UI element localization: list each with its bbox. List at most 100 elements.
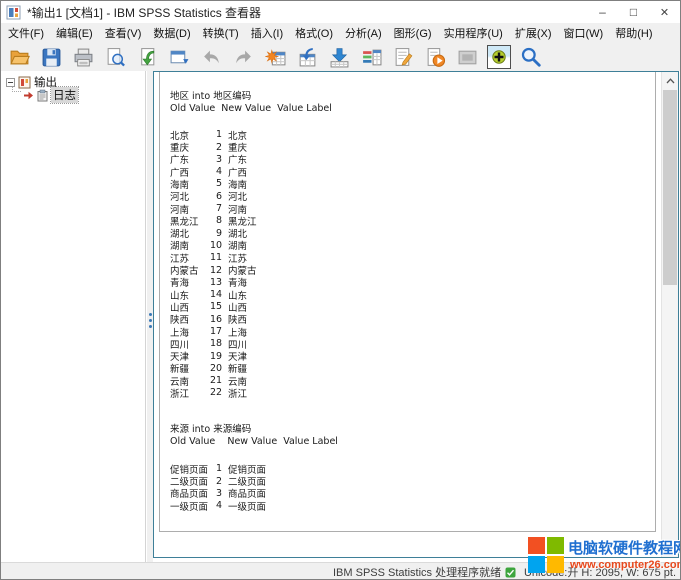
recode-row: 河南 7 河南 [170, 202, 332, 214]
undo-icon [201, 47, 222, 68]
recode-row: 湖北 9 湖北 [170, 227, 332, 239]
new-value: 4 [210, 166, 222, 177]
section-title: 地区 into 地区编码 [170, 91, 332, 103]
menu-item[interactable]: 帮助(H) [609, 23, 658, 43]
print-button[interactable] [71, 45, 95, 69]
new-value: 21 [210, 375, 222, 386]
menu-item[interactable]: 文件(F) [2, 23, 50, 43]
new-value: 5 [210, 178, 222, 189]
printer-icon [73, 47, 94, 68]
new-value: 2 [210, 476, 222, 487]
goto-variable-icon [329, 47, 350, 68]
recode-row: 广西 4 广西 [170, 165, 332, 177]
menu-item[interactable]: 转换(T) [197, 23, 245, 43]
recode-row: 重庆 2 重庆 [170, 141, 332, 153]
menu-item[interactable]: 窗口(W) [558, 23, 610, 43]
vertical-scrollbar[interactable] [661, 72, 678, 557]
new-value: 1 [210, 463, 222, 474]
watermark-url: www.computer26.com [570, 559, 681, 571]
app-icon[interactable] [6, 5, 21, 20]
recode-row: 促销页面 1 促销页面 [170, 463, 338, 475]
designate-window-button[interactable] [487, 45, 511, 69]
edit-script-button[interactable] [391, 45, 415, 69]
menu-item[interactable]: 实用程序(U) [438, 23, 509, 43]
section-columns-header: Old Value New Value Value Label [170, 436, 338, 448]
variables-button[interactable] [359, 45, 383, 69]
recode-row: 陕西 16 陕西 [170, 313, 332, 325]
goto-data-icon [265, 47, 286, 68]
minimize-button[interactable]: – [587, 1, 618, 23]
run-script-button[interactable] [423, 45, 447, 69]
scroll-up-icon[interactable] [662, 73, 678, 89]
open-folder-icon [9, 47, 30, 68]
menu-item[interactable]: 编辑(E) [50, 23, 99, 43]
old-value: 一级页面 [170, 499, 210, 513]
print-preview-button[interactable] [103, 45, 127, 69]
find-button[interactable] [519, 45, 543, 69]
new-value: 17 [210, 326, 222, 337]
output-page: 地区 into 地区编码 Old Value New Value Value L… [159, 72, 656, 532]
goto-variable-button[interactable] [327, 45, 351, 69]
new-value: 4 [210, 500, 222, 511]
output-content-pane: 地区 into 地区编码 Old Value New Value Value L… [153, 71, 679, 558]
watermark: 电脑软硬件教程网 www.computer26.com [528, 537, 681, 573]
redo-button[interactable] [231, 45, 255, 69]
close-button[interactable]: ✕ [649, 1, 680, 23]
recode-section-region: 地区 into 地区编码 Old Value New Value Value L… [170, 91, 332, 399]
goto-data-button[interactable] [263, 45, 287, 69]
recode-row: 天津 19 天津 [170, 350, 332, 362]
new-value: 12 [210, 265, 222, 276]
undo-button[interactable] [199, 45, 223, 69]
variables-icon [361, 47, 382, 68]
status-message: IBM SPSS Statistics 处理程序就绪 [333, 564, 501, 580]
goto-case-icon [297, 47, 318, 68]
recode-row: 江苏 11 江苏 [170, 252, 332, 264]
select-output-icon [457, 47, 478, 68]
value-label: 一级页面 [228, 499, 266, 513]
recall-dialogs-icon [169, 47, 190, 68]
recode-row: 新疆 20 新疆 [170, 362, 332, 374]
goto-case-button[interactable] [295, 45, 319, 69]
menu-item[interactable]: 查看(V) [99, 23, 148, 43]
select-output-button[interactable] [455, 45, 479, 69]
maximize-button[interactable]: □ [618, 1, 649, 23]
save-button[interactable] [39, 45, 63, 69]
new-value: 16 [210, 314, 222, 325]
redo-icon [233, 47, 254, 68]
processor-ready-icon [505, 567, 516, 578]
menu-item[interactable]: 数据(D) [147, 23, 196, 43]
scrollbar-thumb[interactable] [663, 90, 677, 285]
recall-dialogs-button[interactable] [167, 45, 191, 69]
menu-item[interactable]: 插入(I) [245, 23, 289, 43]
menu-item[interactable]: 格式(O) [289, 23, 339, 43]
tree-item-log[interactable]: 日志 [23, 87, 78, 103]
export-button[interactable] [135, 45, 159, 69]
menu-bar: 文件(F)编辑(E)查看(V)数据(D)转换(T)插入(I)格式(O)分析(A)… [1, 23, 680, 43]
run-script-icon [425, 47, 446, 68]
recode-row: 黑龙江 8 黑龙江 [170, 215, 332, 227]
menu-item[interactable]: 图形(G) [388, 23, 438, 43]
menu-item[interactable]: 分析(A) [339, 23, 388, 43]
log-icon [36, 89, 49, 102]
recode-row: 商品页面 3 商品页面 [170, 487, 338, 499]
recode-row: 广东 3 广东 [170, 153, 332, 165]
new-value: 13 [210, 277, 222, 288]
new-value: 8 [210, 215, 222, 226]
spss-viewer-window: *输出1 [文档1] - IBM SPSS Statistics 查看器 – □… [0, 0, 681, 580]
open-button[interactable] [7, 45, 31, 69]
recode-row: 湖南 10 湖南 [170, 239, 332, 251]
recode-row: 二级页面 2 二级页面 [170, 475, 338, 487]
recode-row: 河北 6 河北 [170, 190, 332, 202]
recode-row: 山西 15 山西 [170, 301, 332, 313]
toolbar [1, 43, 680, 71]
window-title: *输出1 [文档1] - IBM SPSS Statistics 查看器 [27, 4, 261, 21]
section-rows: 促销页面 1 促销页面 二级页面 2 二级页面 商品页面 [170, 463, 338, 512]
tree-log-label: 日志 [51, 87, 78, 103]
new-value: 3 [210, 154, 222, 165]
recode-row: 云南 21 云南 [170, 375, 332, 387]
export-icon [137, 47, 158, 68]
menu-item[interactable]: 扩展(X) [509, 23, 558, 43]
recode-row: 内蒙古 12 内蒙古 [170, 264, 332, 276]
collapse-icon[interactable] [6, 78, 15, 87]
recode-row: 山东 14 山东 [170, 288, 332, 300]
